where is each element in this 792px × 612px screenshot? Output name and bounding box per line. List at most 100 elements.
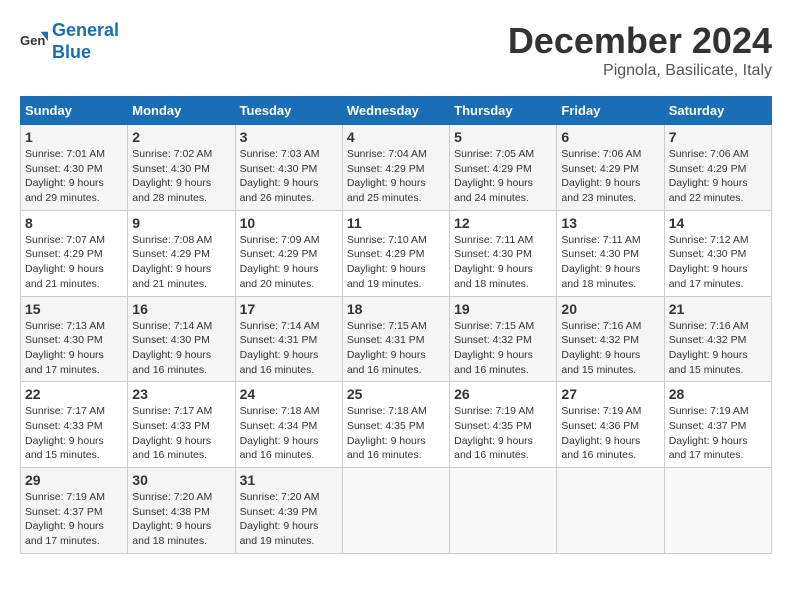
day-info: Sunrise: 7:15 AM Sunset: 4:31 PM Dayligh… xyxy=(347,319,445,378)
day-header-friday: Friday xyxy=(557,97,664,125)
day-number: 11 xyxy=(347,215,445,231)
calendar-cell: 31Sunrise: 7:20 AM Sunset: 4:39 PM Dayli… xyxy=(235,468,342,554)
calendar-cell: 7Sunrise: 7:06 AM Sunset: 4:29 PM Daylig… xyxy=(664,125,771,211)
week-row-2: 8 Sunrise: 7:07 AM Sunset: 4:29 PM Daylig… xyxy=(21,210,772,296)
day-header-tuesday: Tuesday xyxy=(235,97,342,125)
calendar-cell xyxy=(557,468,664,554)
day-number: 18 xyxy=(347,301,445,317)
day-info: Sunrise: 7:14 AM Sunset: 4:31 PM Dayligh… xyxy=(240,319,338,378)
day-number: 3 xyxy=(240,129,338,145)
calendar-cell: 10Sunrise: 7:09 AM Sunset: 4:29 PM Dayli… xyxy=(235,210,342,296)
day-number: 4 xyxy=(347,129,445,145)
week-row-1: 1 Sunrise: 7:01 AM Sunset: 4:30 PM Daylig… xyxy=(21,125,772,211)
day-info: Sunrise: 7:02 AM Sunset: 4:30 PM Dayligh… xyxy=(132,147,230,206)
day-info: Sunrise: 7:20 AM Sunset: 4:38 PM Dayligh… xyxy=(132,490,230,549)
day-info: Sunrise: 7:01 AM Sunset: 4:30 PM Dayligh… xyxy=(25,147,123,206)
calendar-cell: 9 Sunrise: 7:08 AM Sunset: 4:29 PM Daylig… xyxy=(128,210,235,296)
calendar-cell xyxy=(450,468,557,554)
calendar-cell: 5Sunrise: 7:05 AM Sunset: 4:29 PM Daylig… xyxy=(450,125,557,211)
day-info: Sunrise: 7:07 AM Sunset: 4:29 PM Dayligh… xyxy=(25,233,123,292)
day-number: 1 xyxy=(25,129,123,145)
calendar-cell: 19Sunrise: 7:15 AM Sunset: 4:32 PM Dayli… xyxy=(450,296,557,382)
calendar-cell: 6 Sunrise: 7:06 AM Sunset: 4:29 PM Daylig… xyxy=(557,125,664,211)
day-number: 25 xyxy=(347,386,445,402)
day-info: Sunrise: 7:19 AM Sunset: 4:37 PM Dayligh… xyxy=(669,404,767,463)
day-number: 10 xyxy=(240,215,338,231)
day-info: Sunrise: 7:04 AM Sunset: 4:29 PM Dayligh… xyxy=(347,147,445,206)
day-info: Sunrise: 7:08 AM Sunset: 4:29 PM Dayligh… xyxy=(132,233,230,292)
calendar-cell: 20 Sunrise: 7:16 AM Sunset: 4:32 PM Dayli… xyxy=(557,296,664,382)
calendar-header: SundayMondayTuesdayWednesdayThursdayFrid… xyxy=(21,97,772,125)
day-info: Sunrise: 7:11 AM Sunset: 4:30 PM Dayligh… xyxy=(561,233,659,292)
title-area: December 2024 Pignola, Basilicate, Italy xyxy=(508,20,772,80)
week-row-3: 15 Sunrise: 7:13 AM Sunset: 4:30 PM Dayli… xyxy=(21,296,772,382)
day-number: 29 xyxy=(25,472,123,488)
calendar-cell: 17 Sunrise: 7:14 AM Sunset: 4:31 PM Dayli… xyxy=(235,296,342,382)
calendar-cell: 21 Sunrise: 7:16 AM Sunset: 4:32 PM Dayli… xyxy=(664,296,771,382)
calendar-cell: 25 Sunrise: 7:18 AM Sunset: 4:35 PM Dayli… xyxy=(342,382,449,468)
day-info: Sunrise: 7:06 AM Sunset: 4:29 PM Dayligh… xyxy=(561,147,659,206)
calendar-cell: 15 Sunrise: 7:13 AM Sunset: 4:30 PM Dayli… xyxy=(21,296,128,382)
day-number: 22 xyxy=(25,386,123,402)
calendar-cell: 16Sunrise: 7:14 AM Sunset: 4:30 PM Dayli… xyxy=(128,296,235,382)
calendar-cell: 2 Sunrise: 7:02 AM Sunset: 4:30 PM Daylig… xyxy=(128,125,235,211)
calendar-cell: 3 Sunrise: 7:03 AM Sunset: 4:30 PM Daylig… xyxy=(235,125,342,211)
day-header-wednesday: Wednesday xyxy=(342,97,449,125)
day-header-saturday: Saturday xyxy=(664,97,771,125)
calendar-cell xyxy=(664,468,771,554)
day-info: Sunrise: 7:16 AM Sunset: 4:32 PM Dayligh… xyxy=(561,319,659,378)
calendar-cell xyxy=(342,468,449,554)
day-info: Sunrise: 7:03 AM Sunset: 4:30 PM Dayligh… xyxy=(240,147,338,206)
calendar-cell: 14 Sunrise: 7:12 AM Sunset: 4:30 PM Dayli… xyxy=(664,210,771,296)
calendar-cell: 26 Sunrise: 7:19 AM Sunset: 4:35 PM Dayli… xyxy=(450,382,557,468)
day-number: 15 xyxy=(25,301,123,317)
svg-text:Gen: Gen xyxy=(20,32,45,47)
day-number: 13 xyxy=(561,215,659,231)
calendar-table: SundayMondayTuesdayWednesdayThursdayFrid… xyxy=(20,96,772,554)
day-number: 20 xyxy=(561,301,659,317)
day-header-sunday: Sunday xyxy=(21,97,128,125)
day-number: 14 xyxy=(669,215,767,231)
logo-icon: Gen xyxy=(20,28,48,56)
day-info: Sunrise: 7:17 AM Sunset: 4:33 PM Dayligh… xyxy=(132,404,230,463)
day-info: Sunrise: 7:13 AM Sunset: 4:30 PM Dayligh… xyxy=(25,319,123,378)
week-row-5: 29 Sunrise: 7:19 AM Sunset: 4:37 PM Dayli… xyxy=(21,468,772,554)
day-info: Sunrise: 7:18 AM Sunset: 4:35 PM Dayligh… xyxy=(347,404,445,463)
day-number: 31 xyxy=(240,472,338,488)
day-info: Sunrise: 7:18 AM Sunset: 4:34 PM Dayligh… xyxy=(240,404,338,463)
calendar-cell: 1 Sunrise: 7:01 AM Sunset: 4:30 PM Daylig… xyxy=(21,125,128,211)
calendar-cell: 8 Sunrise: 7:07 AM Sunset: 4:29 PM Daylig… xyxy=(21,210,128,296)
calendar-cell: 12 Sunrise: 7:11 AM Sunset: 4:30 PM Dayli… xyxy=(450,210,557,296)
day-number: 17 xyxy=(240,301,338,317)
calendar-cell: 4 Sunrise: 7:04 AM Sunset: 4:29 PM Daylig… xyxy=(342,125,449,211)
location-title: Pignola, Basilicate, Italy xyxy=(508,62,772,80)
calendar-cell: 27Sunrise: 7:19 AM Sunset: 4:36 PM Dayli… xyxy=(557,382,664,468)
calendar-cell: 11Sunrise: 7:10 AM Sunset: 4:29 PM Dayli… xyxy=(342,210,449,296)
day-number: 21 xyxy=(669,301,767,317)
day-number: 27 xyxy=(561,386,659,402)
day-info: Sunrise: 7:19 AM Sunset: 4:35 PM Dayligh… xyxy=(454,404,552,463)
calendar-cell: 29 Sunrise: 7:19 AM Sunset: 4:37 PM Dayli… xyxy=(21,468,128,554)
day-number: 12 xyxy=(454,215,552,231)
day-info: Sunrise: 7:17 AM Sunset: 4:33 PM Dayligh… xyxy=(25,404,123,463)
day-number: 5 xyxy=(454,129,552,145)
calendar-cell: 23 Sunrise: 7:17 AM Sunset: 4:33 PM Dayli… xyxy=(128,382,235,468)
day-number: 2 xyxy=(132,129,230,145)
calendar-body: 1 Sunrise: 7:01 AM Sunset: 4:30 PM Daylig… xyxy=(21,125,772,554)
day-number: 8 xyxy=(25,215,123,231)
day-number: 23 xyxy=(132,386,230,402)
day-info: Sunrise: 7:11 AM Sunset: 4:30 PM Dayligh… xyxy=(454,233,552,292)
logo-line1: General xyxy=(52,20,119,40)
day-number: 9 xyxy=(132,215,230,231)
day-number: 28 xyxy=(669,386,767,402)
logo: Gen General Blue xyxy=(20,20,119,63)
day-info: Sunrise: 7:12 AM Sunset: 4:30 PM Dayligh… xyxy=(669,233,767,292)
day-number: 16 xyxy=(132,301,230,317)
day-info: Sunrise: 7:16 AM Sunset: 4:32 PM Dayligh… xyxy=(669,319,767,378)
day-number: 30 xyxy=(132,472,230,488)
day-number: 26 xyxy=(454,386,552,402)
day-number: 6 xyxy=(561,129,659,145)
day-header-thursday: Thursday xyxy=(450,97,557,125)
week-row-4: 22 Sunrise: 7:17 AM Sunset: 4:33 PM Dayli… xyxy=(21,382,772,468)
day-info: Sunrise: 7:19 AM Sunset: 4:37 PM Dayligh… xyxy=(25,490,123,549)
